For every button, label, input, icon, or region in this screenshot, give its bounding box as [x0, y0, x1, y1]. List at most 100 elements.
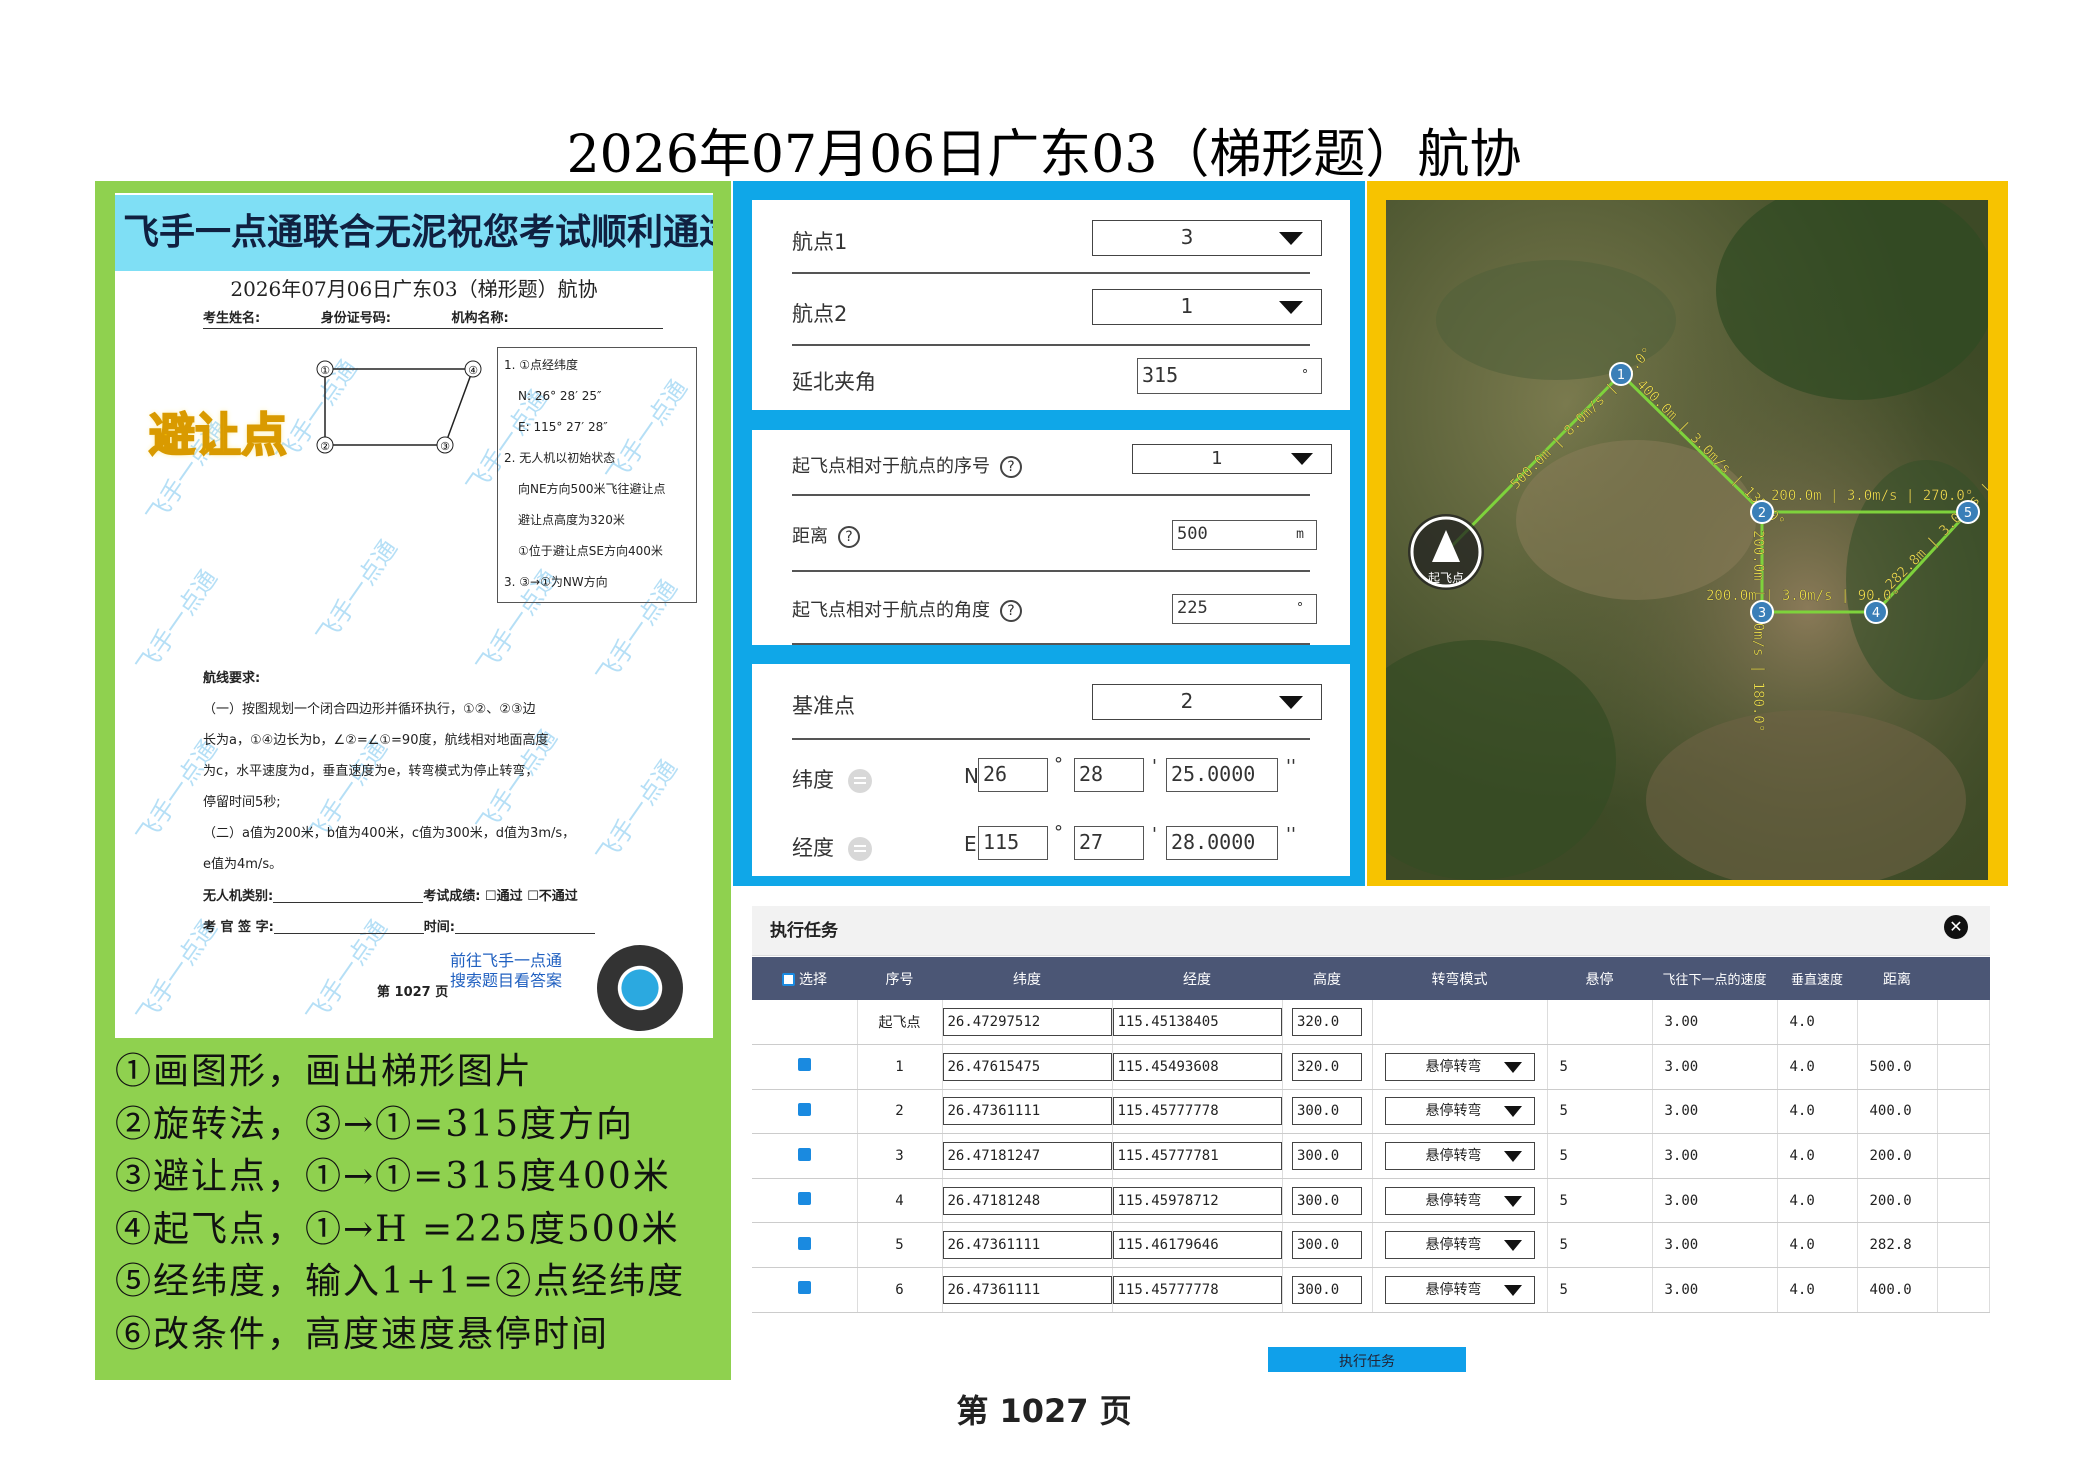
waypoint-4[interactable]: 4 [1872, 606, 1880, 621]
hover-cell[interactable]: 5 [1547, 1178, 1653, 1224]
waypoint-5[interactable]: 5 [1964, 506, 1972, 521]
takeoff-distance-value: 500 [1177, 524, 1208, 544]
row-checkbox[interactable] [797, 1192, 811, 1206]
route-header: 航线要求: [203, 671, 261, 686]
longitude-row: 经度 E 115 ° 27 ' 28.0000 '' [792, 810, 1310, 876]
takeoff-seq-label: 起飞点相对于航点的序号 [792, 456, 990, 477]
hover-cell[interactable]: 5 [1547, 1267, 1653, 1313]
table-row: 6 26.47361111 115.45777778 300.0 悬停转弯 5 … [752, 1267, 1990, 1313]
speed-cell: 3.00 [1652, 1089, 1778, 1135]
alt-input[interactable]: 320.0 [1292, 1008, 1362, 1037]
hover-cell[interactable]: 5 [1547, 1089, 1653, 1135]
lon-input[interactable]: 115.45493608 [1112, 1052, 1282, 1081]
time-label: 时间: [423, 920, 455, 935]
paper-title: 2026年07月06日广东03（梯形题）航协 [230, 277, 598, 301]
convert-icon[interactable] [848, 837, 872, 861]
latitude-second-input[interactable]: 25.0000 [1166, 758, 1278, 792]
uav-category-label: 无人机类别: [203, 889, 274, 904]
row-checkbox[interactable] [797, 1147, 811, 1161]
longitude-degree-input[interactable]: 115 [978, 826, 1048, 860]
hover-cell[interactable]: 5 [1547, 1133, 1653, 1179]
row-checkbox[interactable] [797, 1281, 811, 1295]
lat-input[interactable]: 26.47181247 [942, 1142, 1112, 1171]
lon-input[interactable]: 115.45777778 [1112, 1097, 1282, 1126]
alt-input[interactable]: 300.0 [1292, 1097, 1362, 1126]
lat-input[interactable]: 26.47361111 [942, 1231, 1112, 1260]
lat-input[interactable]: 26.47615475 [942, 1052, 1112, 1081]
takeoff-distance-label-wrap: 距离? [792, 522, 860, 548]
close-icon[interactable]: ✕ [1944, 915, 1968, 939]
waypoint2-row: 航点2 1 [792, 274, 1322, 346]
table-row: 1 26.47615475 115.45493608 320.0 悬停转弯 5 … [752, 1044, 1990, 1090]
waypoint1-select[interactable]: 3 [1092, 220, 1322, 256]
select-all-checkbox[interactable] [782, 973, 795, 986]
hover-cell[interactable]: 5 [1547, 1222, 1653, 1269]
requirements-box: 1. ①点经纬度 N: 26° 28′ 25″ E: 115° 27′ 28″ … [497, 347, 697, 603]
execute-task-button[interactable]: 执行任务 [1268, 1347, 1466, 1372]
turn-mode-select[interactable]: 悬停转弯 [1384, 1186, 1535, 1215]
col-alt: 高度 [1282, 957, 1372, 1000]
lat-input[interactable]: 26.47181248 [942, 1186, 1112, 1215]
lat-input[interactable]: 26.47361111 [942, 1097, 1112, 1126]
waypoint-1[interactable]: 1 [1617, 368, 1625, 383]
row-checkbox[interactable] [797, 1102, 811, 1116]
turn-mode-select[interactable]: 悬停转弯 [1384, 1097, 1535, 1126]
lat-input[interactable]: 26.47297512 [942, 1008, 1112, 1037]
help-icon[interactable]: ? [838, 526, 860, 548]
alt-input[interactable]: 320.0 [1292, 1052, 1362, 1081]
home-marker[interactable]: 起飞点 [1408, 514, 1484, 590]
base-point-select[interactable]: 2 [1092, 684, 1322, 720]
route-line: e值为4m/s。 [203, 857, 283, 872]
waypoint-2[interactable]: 2 [1758, 506, 1766, 521]
turn-mode-select[interactable]: 悬停转弯 [1384, 1231, 1535, 1260]
longitude-minute-input[interactable]: 27 [1074, 826, 1144, 860]
waypoint2-select[interactable]: 1 [1092, 289, 1322, 325]
waypoint-3[interactable]: 3 [1758, 606, 1766, 621]
turn-mode-select[interactable]: 悬停转弯 [1384, 1142, 1535, 1171]
lat-input[interactable]: 26.47361111 [942, 1275, 1112, 1304]
alt-input[interactable]: 300.0 [1292, 1142, 1362, 1171]
lon-input[interactable]: 115.45777781 [1112, 1142, 1282, 1171]
step-5: ⑤经纬度，输入1+1=②点经纬度 [115, 1261, 686, 1302]
turn-mode-select[interactable]: 悬停转弯 [1384, 1052, 1535, 1081]
satellite-map[interactable]: 500.0m | 8.0m/s | 45.0° 400.0m | 3.0m/s … [1386, 200, 1988, 880]
promo-text: 前往飞手一点通 搜索题目看答案 [450, 951, 562, 991]
dist-cell: 500.0 [1857, 1044, 1938, 1090]
base-point-value: 2 [1180, 689, 1194, 713]
latitude-degree-input[interactable]: 26 [978, 758, 1048, 792]
vspeed-cell: 4.0 [1777, 1133, 1858, 1179]
cell-empty [752, 1000, 858, 1046]
latitude-minute-input[interactable]: 28 [1074, 758, 1144, 792]
lon-input[interactable]: 115.45978712 [1112, 1186, 1282, 1215]
row-checkbox[interactable] [797, 1236, 811, 1250]
takeoff-distance-input[interactable]: 500 m [1172, 520, 1317, 550]
lon-input[interactable]: 115.46179646 [1112, 1231, 1282, 1260]
alt-input[interactable]: 300.0 [1292, 1275, 1362, 1304]
row-checkbox[interactable] [797, 1058, 811, 1072]
waypoint2-label: 航点2 [792, 302, 848, 326]
help-icon[interactable]: ? [1000, 456, 1022, 478]
lon-input[interactable]: 115.45777778 [1112, 1275, 1282, 1304]
route-line: （二）a值为200米，b值为400米，c值为300米，d值为3m/s， [203, 826, 576, 841]
hover-cell[interactable]: 5 [1547, 1044, 1653, 1090]
req-line: 3. ③→①为NW方向 [504, 575, 608, 589]
help-icon[interactable]: ? [1000, 600, 1022, 622]
alt-input[interactable]: 300.0 [1292, 1231, 1362, 1260]
north-angle-input[interactable]: 315 ° [1137, 358, 1322, 394]
takeoff-seq-select[interactable]: 1 [1132, 444, 1332, 474]
takeoff-card: 起飞点相对于航点的序号? 1 距离? 500 m 起飞点相对于航点的角度? 225… [752, 430, 1350, 645]
turn-mode-select[interactable]: 悬停转弯 [1384, 1275, 1535, 1304]
col-select[interactable]: 选择 [752, 957, 857, 1000]
dist-cell: 200.0 [1857, 1178, 1938, 1224]
vspeed-cell: 4.0 [1777, 1222, 1858, 1269]
longitude-second-input[interactable]: 28.0000 [1166, 826, 1278, 860]
exam-banner: 飞手一点通联合无泥祝您考试顺利通过 [115, 195, 713, 271]
field-org: 机构名称: [451, 311, 509, 326]
takeoff-angle-input[interactable]: 225 ° [1172, 594, 1317, 624]
step-6: ⑥改条件，高度速度悬停时间 [115, 1313, 610, 1355]
alt-input[interactable]: 300.0 [1292, 1186, 1362, 1215]
seq-cell: 5 [857, 1222, 943, 1269]
lon-input[interactable]: 115.45138405 [1112, 1008, 1282, 1037]
trapezoid-diagram: ① ④ ② ③ [316, 360, 482, 454]
convert-icon[interactable] [848, 769, 872, 793]
